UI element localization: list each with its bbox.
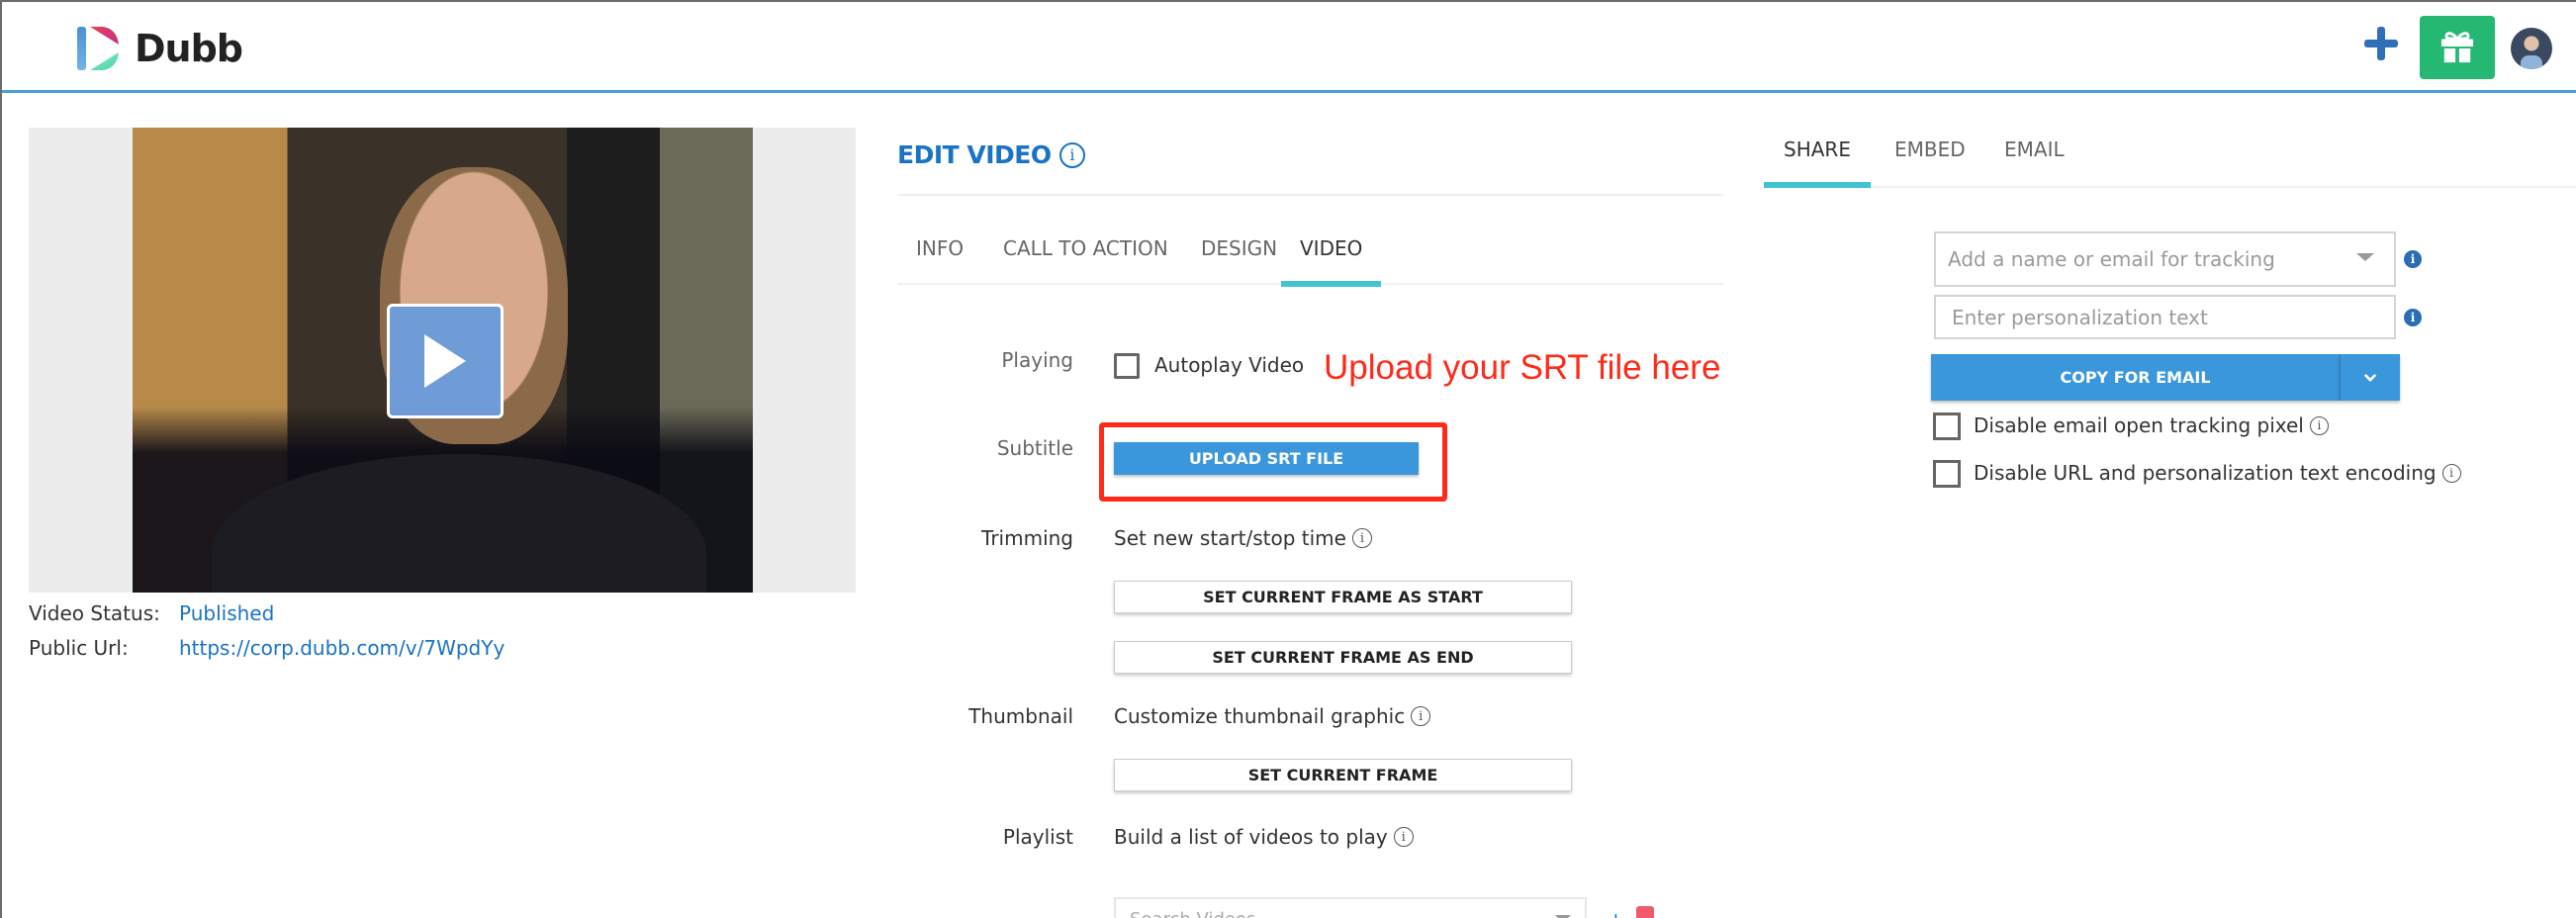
- add-button[interactable]: [2361, 24, 2401, 63]
- trimming-label: Trimming: [981, 526, 1073, 550]
- public-url-link[interactable]: https://corp.dubb.com/v/7WpdYy: [179, 636, 505, 660]
- thumbnail-label: Thumbnail: [968, 704, 1073, 728]
- window-border-left: [0, 0, 2, 918]
- play-button[interactable]: [387, 304, 504, 418]
- video-status-row: Video Status: Published: [29, 601, 274, 625]
- trimming-description: Set new start/stop time i: [1114, 526, 1372, 550]
- trash-icon[interactable]: [1636, 906, 1654, 918]
- thumbnail-description: Customize thumbnail graphic i: [1114, 704, 1431, 728]
- dubb-logo-icon: [77, 27, 119, 70]
- video-subject-body: [212, 454, 706, 593]
- tab-email[interactable]: EMAIL: [1984, 135, 2084, 186]
- thumbnail-text: Customize thumbnail graphic: [1114, 704, 1406, 728]
- annotation-text: Upload your SRT file here: [1324, 348, 1721, 387]
- tab-share[interactable]: SHARE: [1764, 135, 1871, 188]
- dubb-logo[interactable]: Dubb: [77, 26, 243, 71]
- copy-options-dropdown[interactable]: [2340, 354, 2400, 401]
- tracking-placeholder: Add a name or email for tracking: [1948, 247, 2275, 271]
- playlist-label: Playlist: [1002, 825, 1073, 849]
- copy-for-email-button[interactable]: COPY FOR EMAIL: [1931, 354, 2340, 401]
- playlist-search-placeholder: Search Videos: [1130, 909, 1255, 918]
- gift-button[interactable]: [2420, 16, 2495, 79]
- public-url-label: Public Url:: [29, 636, 129, 660]
- info-icon[interactable]: i: [2309, 415, 2329, 435]
- gift-icon: [2440, 32, 2474, 63]
- personalization-input[interactable]: Enter personalization text: [1934, 295, 2396, 339]
- tab-embed[interactable]: EMBED: [1875, 135, 1985, 186]
- chevron-down-icon: [2363, 373, 2377, 382]
- upload-srt-button[interactable]: UPLOAD SRT FILE: [1114, 442, 1419, 475]
- plus-icon[interactable]: +: [1608, 908, 1624, 918]
- info-icon[interactable]: i: [1411, 706, 1431, 726]
- tracking-select[interactable]: Add a name or email for tracking: [1934, 231, 2396, 287]
- page-title: EDIT VIDEO i: [897, 140, 1085, 169]
- edit-tabs: INFO CALL TO ACTION DESIGN VIDEO: [897, 233, 1723, 287]
- chevron-down-icon: [2356, 253, 2374, 261]
- play-icon: [424, 334, 466, 388]
- avatar[interactable]: [2511, 28, 2552, 69]
- tab-call-to-action[interactable]: CALL TO ACTION: [984, 233, 1187, 285]
- edit-video-title: EDIT VIDEO: [897, 140, 1052, 169]
- autoplay-label[interactable]: Autoplay Video: [1154, 353, 1304, 377]
- trimming-text: Set new start/stop time: [1114, 526, 1346, 550]
- logo-text: Dubb: [135, 27, 243, 70]
- info-icon[interactable]: i: [2404, 309, 2422, 326]
- public-url-row: Public Url: https://corp.dubb.com/v/7Wpd…: [29, 636, 505, 660]
- share-tabs: SHARE EMBED EMAIL: [1764, 135, 2576, 188]
- subtitle-label: Subtitle: [996, 436, 1073, 460]
- playlist-description: Build a list of videos to play i: [1114, 825, 1414, 849]
- info-icon[interactable]: i: [1058, 141, 1085, 168]
- divider: [897, 194, 1723, 196]
- disable-url-encoding-label[interactable]: Disable URL and personalization text enc…: [1974, 461, 2461, 485]
- plus-icon: [2364, 27, 2398, 60]
- info-icon[interactable]: i: [2404, 250, 2422, 268]
- playlist-search-input[interactable]: Search Videos: [1114, 897, 1587, 918]
- disable-url-encoding-checkbox[interactable]: [1933, 460, 1961, 488]
- disable-tracking-pixel-checkbox[interactable]: [1933, 413, 1961, 440]
- set-thumbnail-frame-button[interactable]: SET CURRENT FRAME: [1114, 759, 1572, 791]
- top-header: Dubb: [2, 2, 2576, 93]
- playing-label: Playing: [1001, 348, 1073, 372]
- tab-video[interactable]: VIDEO: [1281, 233, 1382, 287]
- info-icon[interactable]: i: [2441, 463, 2461, 483]
- disable-tracking-pixel-text: Disable email open tracking pixel: [1974, 413, 2304, 437]
- disable-url-encoding-text: Disable URL and personalization text enc…: [1974, 461, 2437, 485]
- set-start-frame-button[interactable]: SET CURRENT FRAME AS START: [1114, 581, 1572, 613]
- disable-tracking-pixel-label[interactable]: Disable email open tracking pixel i: [1974, 413, 2329, 437]
- set-end-frame-button[interactable]: SET CURRENT FRAME AS END: [1114, 641, 1572, 674]
- tab-info[interactable]: INFO: [897, 233, 982, 285]
- video-status-value: Published: [179, 601, 275, 625]
- autoplay-checkbox[interactable]: [1114, 353, 1140, 379]
- playlist-text: Build a list of videos to play: [1114, 825, 1388, 849]
- info-icon[interactable]: i: [1351, 528, 1372, 548]
- tab-design[interactable]: DESIGN: [1182, 233, 1296, 285]
- info-icon[interactable]: i: [1393, 827, 1414, 847]
- video-status-label: Video Status:: [29, 601, 160, 625]
- personalization-placeholder: Enter personalization text: [1952, 306, 2208, 329]
